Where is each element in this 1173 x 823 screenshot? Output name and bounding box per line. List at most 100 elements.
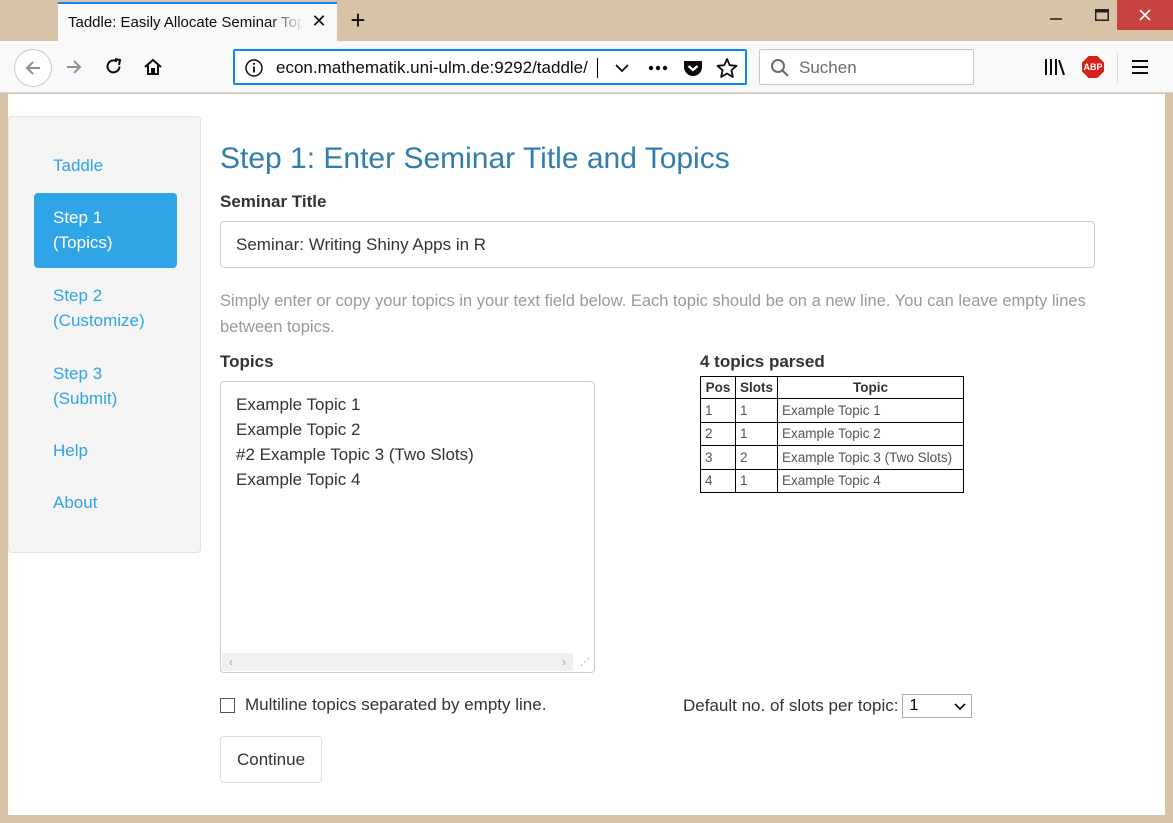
forward-arrow-icon	[67, 60, 82, 74]
sidebar-nav: Taddle Step 1 (Topics) Step 2 (Customize…	[8, 116, 201, 553]
table-row: 4 1 Example Topic 4	[700, 468, 965, 493]
maximize-icon	[1095, 9, 1109, 21]
default-slots-select[interactable]: 1	[902, 694, 973, 718]
url-bar[interactable]: econ.mathematik.uni-ulm.de:9292/taddle/	[233, 49, 747, 85]
sidebar-item-taddle[interactable]: Taddle	[34, 153, 177, 178]
topic-line: Example Topic 4	[236, 470, 361, 489]
reload-button[interactable]	[98, 51, 130, 83]
resize-grip-icon[interactable]: ⋰	[578, 656, 592, 670]
table-row: 3 2 Example Topic 3 (Two Slots)	[700, 445, 965, 470]
seminar-title-input[interactable]: Seminar: Writing Shiny Apps in R	[220, 221, 1095, 268]
search-icon	[771, 59, 789, 77]
more-dots-icon	[648, 65, 668, 71]
home-icon	[144, 58, 162, 75]
pocket-icon	[684, 61, 702, 76]
menu-button[interactable]	[1124, 51, 1156, 83]
horizontal-scrollbar[interactable]: ‹ ›	[222, 653, 573, 671]
sidebar-item-label: Step 1	[53, 208, 103, 227]
sidebar-item-about[interactable]: About	[34, 490, 177, 515]
tab-title: Taddle: Easily Allocate Seminar Topics	[68, 14, 304, 31]
library-icon	[1045, 59, 1065, 76]
sidebar-item-label: (Customize)	[53, 311, 145, 330]
sidebar-item-label: (Topics)	[53, 233, 113, 252]
new-tab-button[interactable]: +	[343, 6, 373, 34]
cell-slots: 1	[734, 398, 779, 423]
search-bar[interactable]: Suchen	[759, 49, 974, 85]
cell-topic: Example Topic 1	[777, 398, 965, 423]
cell-slots: 2	[734, 445, 779, 470]
home-button[interactable]	[137, 51, 169, 83]
navigation-toolbar: econ.mathematik.uni-ulm.de:9292/taddle/ …	[0, 41, 1173, 93]
topic-line: #2 Example Topic 3 (Two Slots)	[236, 445, 474, 464]
minimize-icon	[1050, 18, 1062, 20]
info-icon[interactable]	[244, 58, 264, 78]
table-row: 1 1 Example Topic 1	[700, 398, 965, 423]
adblock-plus-button[interactable]: ABP	[1077, 51, 1109, 83]
topic-line: Example Topic 1	[236, 395, 361, 414]
hamburger-menu-icon	[1132, 60, 1148, 74]
minimize-button[interactable]	[1033, 0, 1079, 30]
column-header-pos: Pos	[700, 376, 736, 399]
sidebar-item-step1[interactable]: Step 1 (Topics)	[34, 193, 177, 268]
cell-pos: 3	[700, 445, 736, 470]
default-slots-value: 1	[909, 697, 919, 714]
column-header-slots: Slots	[734, 376, 779, 399]
bookmark-star-button[interactable]	[715, 56, 739, 80]
tab-close-icon[interactable]: ✕	[309, 11, 329, 31]
chevron-down-icon	[954, 703, 967, 711]
cell-topic: Example Topic 2	[777, 421, 965, 446]
forward-button[interactable]	[58, 51, 90, 83]
star-icon	[716, 58, 738, 78]
continue-button[interactable]: Continue	[220, 736, 322, 783]
default-slots-label: Default no. of slots per topic:	[683, 696, 899, 715]
table-row: 2 1 Example Topic 2	[700, 421, 965, 446]
column-header-topic: Topic	[777, 376, 965, 399]
window-close-button[interactable]	[1117, 0, 1173, 30]
scroll-left-icon[interactable]: ‹	[222, 653, 240, 671]
cell-topic: Example Topic 4	[777, 468, 965, 493]
multiline-option[interactable]: Multiline topics separated by empty line…	[220, 695, 546, 715]
adblock-plus-icon: ABP	[1082, 56, 1104, 78]
topics-textarea[interactable]: Example Topic 1 Example Topic 2 #2 Examp…	[220, 381, 595, 673]
scroll-right-icon[interactable]: ›	[555, 653, 573, 671]
table-header-row: Pos Slots Topic	[700, 376, 965, 399]
sidebar-item-label: Step 2	[53, 286, 103, 305]
browser-tab[interactable]: Taddle: Easily Allocate Seminar Topics ✕	[58, 2, 337, 41]
multiline-checkbox[interactable]	[220, 697, 235, 713]
url-text[interactable]: econ.mathematik.uni-ulm.de:9292/taddle/	[276, 58, 588, 78]
main-panel: Step 1: Enter Seminar Title and Topics S…	[220, 94, 1150, 815]
parsed-topics-table: Pos Slots Topic 1 1 Example Topic 1 2 1 …	[700, 376, 965, 493]
sidebar-item-step2[interactable]: Step 2 (Customize)	[34, 283, 177, 333]
toolbar-separator	[1117, 53, 1118, 83]
page-content: Taddle Step 1 (Topics) Step 2 (Customize…	[8, 94, 1165, 815]
chevron-down-icon	[615, 64, 629, 73]
page-actions-button[interactable]	[646, 56, 670, 80]
back-button[interactable]	[14, 49, 52, 87]
reload-icon	[106, 58, 122, 74]
parsed-count-heading: 4 topics parsed	[700, 352, 825, 371]
topic-line: Example Topic 2	[236, 420, 361, 439]
help-text: Simply enter or copy your topics in your…	[220, 292, 1086, 336]
sidebar-item-step3[interactable]: Step 3 (Submit)	[34, 361, 177, 411]
back-arrow-icon	[25, 61, 40, 75]
page-title: Step 1: Enter Seminar Title and Topics	[220, 142, 730, 175]
cell-pos: 4	[700, 468, 736, 493]
cell-topic: Example Topic 3 (Two Slots)	[777, 445, 965, 470]
cell-pos: 1	[700, 398, 736, 423]
sidebar-item-label: (Submit)	[53, 389, 118, 408]
cell-slots: 1	[734, 468, 779, 493]
multiline-checkbox-label[interactable]: Multiline topics separated by empty line…	[245, 695, 546, 715]
sidebar-item-label: Step 3	[53, 364, 103, 383]
cell-slots: 1	[734, 421, 779, 446]
topics-label: Topics	[220, 352, 274, 371]
pocket-button[interactable]	[681, 56, 705, 80]
seminar-title-label: Seminar Title	[220, 192, 327, 211]
library-button[interactable]	[1038, 51, 1070, 83]
title-bar: Taddle: Easily Allocate Seminar Topics ✕…	[0, 0, 1173, 41]
url-dropdown-button[interactable]	[610, 56, 634, 80]
sidebar-item-help[interactable]: Help	[34, 438, 177, 463]
text-caret	[597, 58, 598, 78]
search-placeholder: Suchen	[799, 58, 857, 77]
default-slots-control: Default no. of slots per topic: 1	[683, 694, 973, 718]
close-icon	[1139, 9, 1151, 21]
